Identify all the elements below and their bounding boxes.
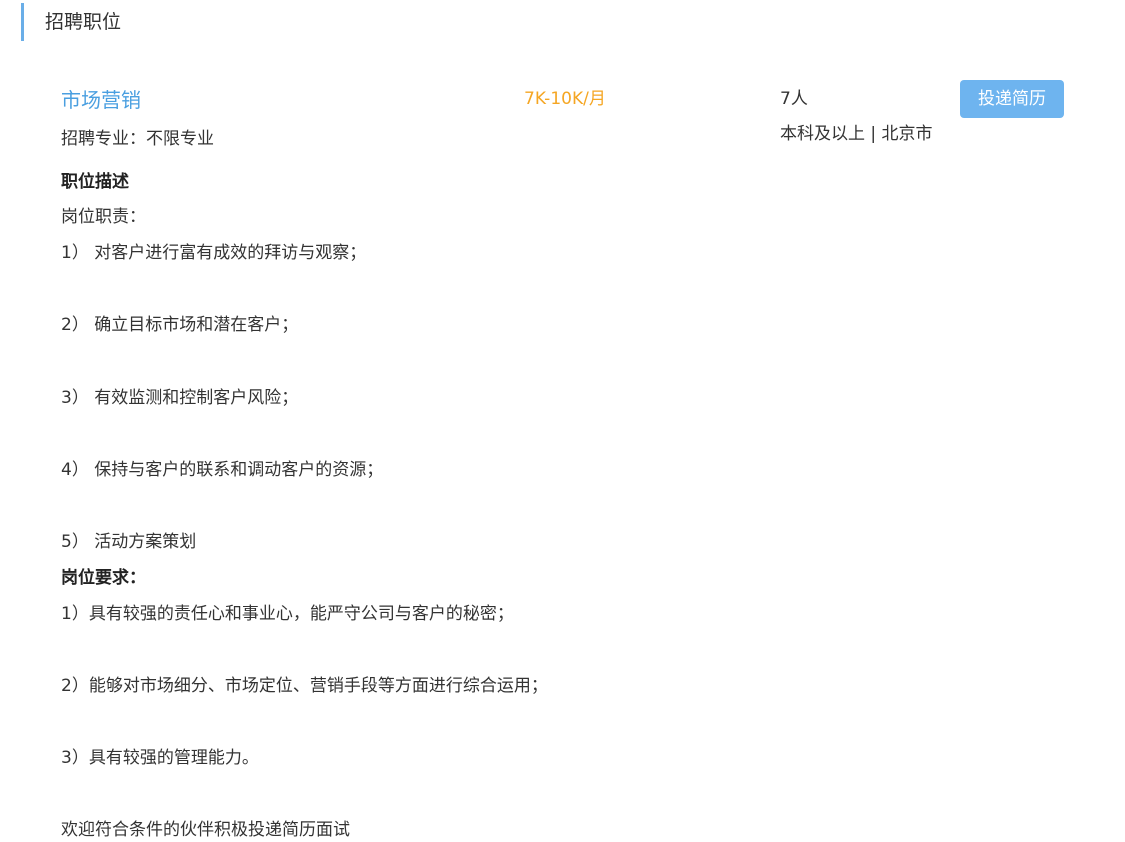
duty-item: 2） 确立目标市场和潜在客户； — [61, 315, 299, 335]
closing-text: 欢迎符合条件的伙伴积极投递简历面试 — [61, 820, 350, 840]
education-location: 本科及以上 | 北京市 — [780, 124, 933, 144]
duty-item: 1） 对客户进行富有成效的拜访与观察； — [61, 243, 367, 263]
section-header: 招聘职位 — [21, 3, 121, 41]
duty-item: 3） 有效监测和控制客户风险； — [61, 388, 299, 408]
headcount: 7人 — [780, 89, 808, 109]
job-title[interactable]: 市场营销 — [61, 86, 141, 114]
requirement-item: 2）能够对市场细分、市场定位、营销手段等方面进行综合运用； — [61, 676, 548, 696]
major-requirement: 招聘专业：不限专业 — [61, 129, 214, 149]
description-heading: 职位描述 — [61, 172, 129, 192]
requirements-label: 岗位要求： — [61, 568, 146, 588]
requirement-item: 3）具有较强的管理能力。 — [61, 748, 259, 768]
apply-resume-button[interactable]: 投递简历 — [960, 80, 1064, 118]
duties-label: 岗位职责： — [61, 207, 146, 227]
section-title: 招聘职位 — [45, 11, 122, 33]
requirement-item: 1）具有较强的责任心和事业心，能严守公司与客户的秘密； — [61, 604, 514, 624]
duty-item: 5） 活动方案策划 — [61, 532, 197, 552]
duty-item: 4） 保持与客户的联系和调动客户的资源； — [61, 460, 384, 480]
salary: 7K-10K/月 — [524, 89, 606, 109]
